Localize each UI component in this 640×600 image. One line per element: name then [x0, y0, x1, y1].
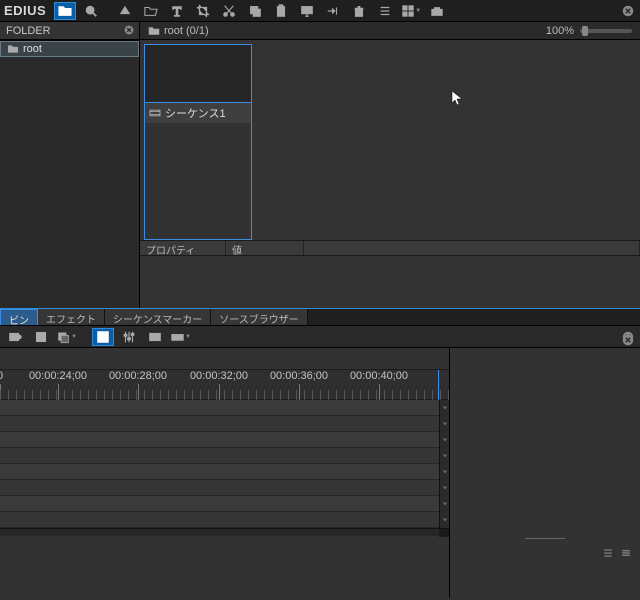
track-collapse-handle[interactable]	[439, 512, 449, 528]
timeline-toolbar: ▼ ▼	[0, 326, 640, 348]
track-row[interactable]	[0, 400, 449, 416]
clip-thumbnail	[145, 45, 251, 103]
main-toolbar: EDIUS ▼	[0, 0, 640, 22]
tree-item-root[interactable]: root	[0, 41, 139, 57]
folder-mode-button[interactable]	[54, 2, 76, 20]
right-panel-view-icons	[602, 547, 632, 562]
folder-label-box: FOLDER	[0, 22, 140, 39]
bin-area: シーケンス1 プロパティ 値	[140, 40, 640, 308]
tab-effect[interactable]: エフェクト	[38, 309, 105, 325]
track-collapse-handle[interactable]	[439, 464, 449, 480]
track-collapse-handle[interactable]	[439, 416, 449, 432]
ruler-spacer	[0, 348, 449, 370]
grid-view-button[interactable]: ▼	[400, 2, 422, 20]
up-button[interactable]	[114, 2, 136, 20]
folder-close-icon[interactable]	[123, 24, 135, 36]
cut-button[interactable]	[218, 2, 240, 20]
track-collapse-handle[interactable]	[439, 432, 449, 448]
send-button[interactable]	[322, 2, 344, 20]
breadcrumb-text: root (0/1)	[164, 25, 209, 37]
track-collapse-handle[interactable]	[439, 496, 449, 512]
clip-thumb-item[interactable]: シーケンス1	[144, 44, 252, 240]
zoom-slider[interactable]	[580, 29, 632, 33]
property-header: プロパティ 値	[140, 240, 640, 256]
list-view-button[interactable]	[374, 2, 396, 20]
app-logo: EDIUS	[4, 3, 46, 18]
folder-label: FOLDER	[6, 25, 51, 37]
text-tool-button[interactable]	[166, 2, 188, 20]
crop-rotate-button[interactable]	[192, 2, 214, 20]
bin-subheader: FOLDER root (0/1) 100%	[0, 22, 640, 40]
mixer-button[interactable]	[118, 328, 140, 346]
paste-button[interactable]	[270, 2, 292, 20]
layers-button[interactable]: ▼	[56, 328, 78, 346]
clip-label-row: シーケンス1	[145, 103, 251, 123]
timeline-wrap: 000:00:24;0000:00:28;0000:00:32;0000:00:…	[0, 348, 640, 598]
folder-tree: root	[0, 40, 140, 308]
property-col-value[interactable]: 値	[226, 241, 304, 255]
property-col-spacer	[304, 241, 640, 255]
delete-button[interactable]	[348, 2, 370, 20]
zoom-value: 100%	[546, 25, 574, 37]
track-row[interactable]	[0, 464, 449, 480]
tab-sourcebrowser[interactable]: ソースブラウザー	[211, 309, 308, 325]
track-collapse-handle[interactable]	[439, 480, 449, 496]
track-row[interactable]	[0, 432, 449, 448]
keyboard-button[interactable]: ▼	[170, 328, 192, 346]
track-row[interactable]	[0, 416, 449, 432]
toolbox-button[interactable]	[426, 2, 448, 20]
timeline-scrollbar[interactable]	[0, 528, 449, 536]
tab-bin[interactable]: ビン	[0, 309, 38, 325]
playhead[interactable]	[438, 370, 439, 400]
zoom-control: 100%	[546, 25, 640, 37]
right-empty-panel	[450, 348, 640, 598]
fxbox-button[interactable]	[144, 328, 166, 346]
tab-seqmarker[interactable]: シーケンスマーカー	[105, 309, 211, 325]
track-row[interactable]	[0, 448, 449, 464]
record-button[interactable]	[4, 328, 26, 346]
monitor-button[interactable]	[296, 2, 318, 20]
hamburger-icon[interactable]	[620, 547, 632, 562]
timeline-main: 000:00:24;0000:00:28;0000:00:32;0000:00:…	[0, 348, 450, 598]
breadcrumb[interactable]: root (0/1)	[140, 25, 217, 37]
tracks-area	[0, 400, 449, 528]
right-panel-close-button[interactable]	[620, 332, 636, 348]
tree-item-label: root	[23, 43, 42, 55]
panel-close-button[interactable]	[620, 3, 636, 19]
panel-tabs: ビン エフェクト シーケンスマーカー ソースブラウザー	[0, 308, 640, 326]
track-collapse-handle[interactable]	[439, 448, 449, 464]
property-col-name[interactable]: プロパティ	[140, 241, 226, 255]
track-collapse-handle[interactable]	[439, 400, 449, 416]
clip-name: シーケンス1	[165, 105, 226, 121]
time-ruler[interactable]: 000:00:24;0000:00:28;0000:00:32;0000:00:…	[0, 370, 449, 400]
download-button[interactable]	[30, 328, 52, 346]
open-folder-button[interactable]	[140, 2, 162, 20]
property-body	[140, 256, 640, 308]
list-icon[interactable]	[602, 547, 614, 562]
track-row[interactable]	[0, 480, 449, 496]
mouse-cursor-icon	[451, 90, 463, 109]
snap-button[interactable]	[92, 328, 114, 346]
track-row[interactable]	[0, 512, 449, 528]
bin-main-row: root シーケンス1 プロパティ 値	[0, 40, 640, 308]
track-row[interactable]	[0, 496, 449, 512]
copy-button[interactable]	[244, 2, 266, 20]
bin-grid[interactable]: シーケンス1	[140, 40, 640, 240]
divider-line	[525, 538, 565, 539]
search-button[interactable]	[80, 2, 102, 20]
